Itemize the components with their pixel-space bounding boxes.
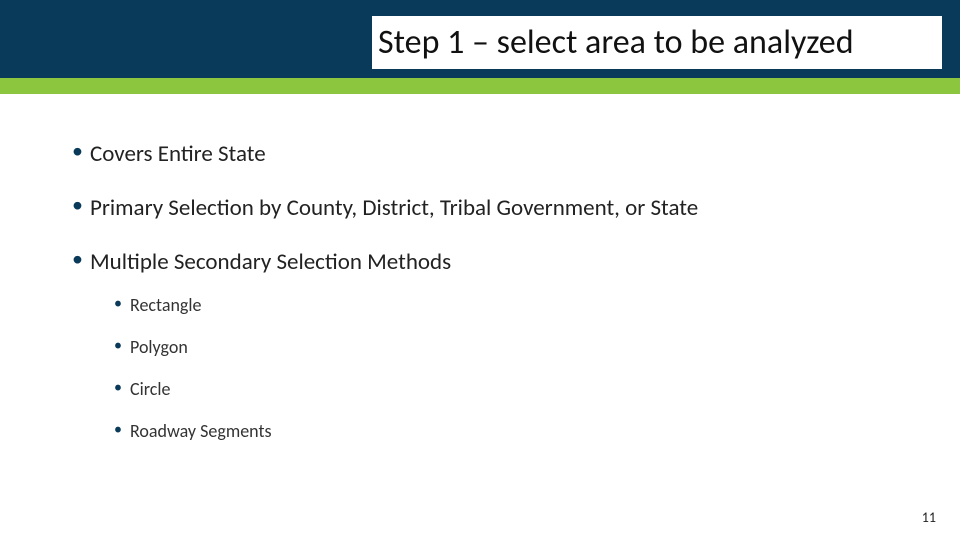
page-number: 11: [922, 509, 936, 526]
bullet-item: Covers Entire State: [72, 140, 892, 168]
accent-bar: [0, 78, 960, 94]
sub-bullet-item: Polygon: [114, 336, 892, 358]
bullet-item: Primary Selection by County, District, T…: [72, 194, 892, 222]
sub-bullet-item: Roadway Segments: [114, 420, 892, 442]
sub-bullet-item: Rectangle: [114, 294, 892, 316]
sub-bullet-item: Circle: [114, 378, 892, 400]
content-area: Covers Entire State Primary Selection by…: [72, 140, 892, 468]
page-title: Step 1 – select area to be analyzed: [372, 16, 942, 69]
sub-bullet-list: Rectangle Polygon Circle Roadway Segment…: [114, 294, 892, 442]
bullet-item: Multiple Secondary Selection Methods Rec…: [72, 248, 892, 442]
bullet-text: Multiple Secondary Selection Methods: [90, 248, 451, 276]
bullet-list: Covers Entire State Primary Selection by…: [72, 140, 892, 442]
slide: { "title": "Step 1 – select area to be a…: [0, 0, 960, 540]
